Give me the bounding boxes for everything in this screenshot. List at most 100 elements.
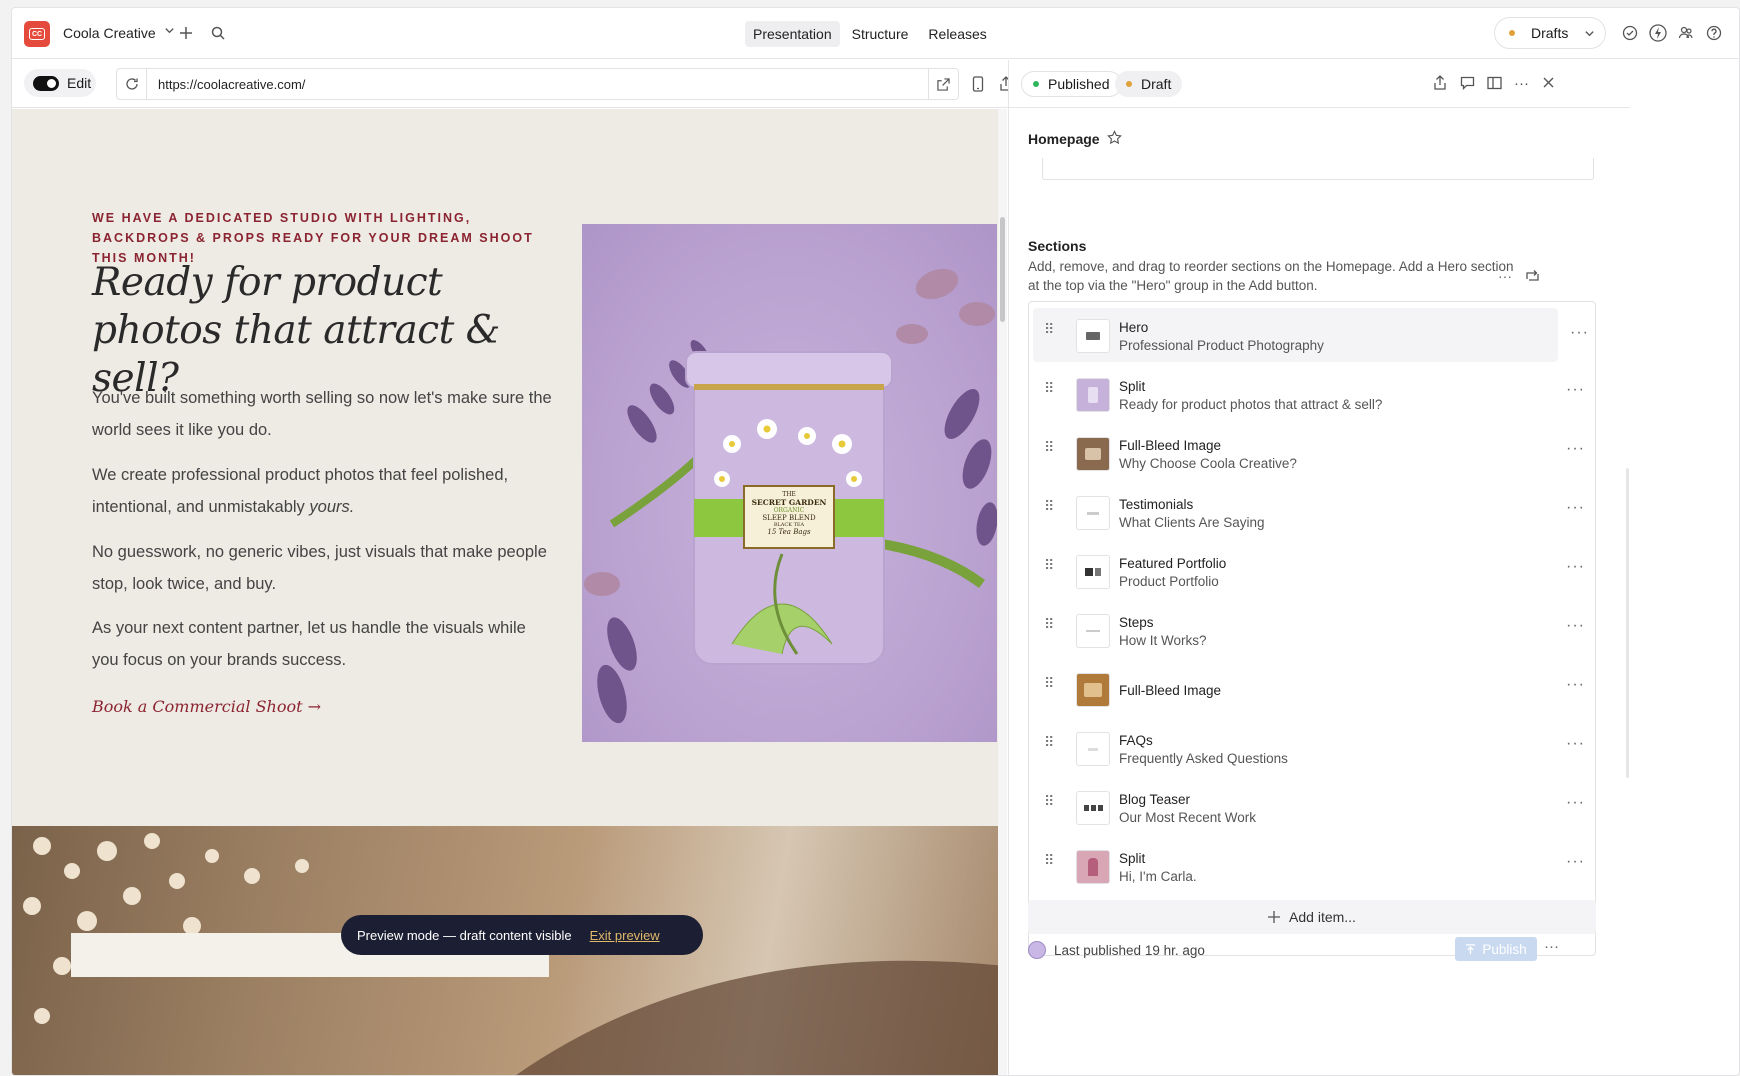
lightning-icon[interactable] <box>1648 23 1668 43</box>
exit-preview-link[interactable]: Exit preview <box>590 928 660 943</box>
more-options-icon[interactable]: ··· <box>1566 381 1585 399</box>
list-item[interactable]: ⠿ Featured Portfolio Product Portfolio ·… <box>1033 544 1591 598</box>
section-thumbnail <box>1076 614 1110 648</box>
more-options-icon[interactable]: ··· <box>1566 794 1585 812</box>
workspace-name[interactable]: Coola Creative <box>63 25 156 41</box>
more-options-icon[interactable]: ··· <box>1570 324 1589 342</box>
preview-scrollbar[interactable] <box>998 109 1007 1075</box>
panel-scrollbar[interactable] <box>1626 468 1629 778</box>
document-title: Homepage <box>1028 131 1100 147</box>
list-item[interactable]: ⠿ Steps How It Works? ··· <box>1033 603 1591 657</box>
more-options-icon[interactable]: ··· <box>1514 75 1529 92</box>
edit-label: Edit <box>67 75 92 91</box>
more-options-icon[interactable]: ··· <box>1544 938 1559 955</box>
more-options-icon[interactable]: ··· <box>1566 558 1585 576</box>
drag-handle-icon[interactable]: ⠿ <box>1044 853 1054 875</box>
list-item[interactable]: ⠿ Blog Teaser Our Most Recent Work ··· <box>1033 780 1591 834</box>
chevron-down-icon[interactable] <box>164 25 175 36</box>
drag-handle-icon[interactable]: ⠿ <box>1044 499 1054 521</box>
more-options-icon[interactable]: ··· <box>1498 268 1512 284</box>
draft-pill[interactable]: Draft <box>1115 71 1183 97</box>
section-thumbnail <box>1076 319 1110 353</box>
drag-handle-icon[interactable]: ⠿ <box>1044 735 1054 757</box>
section-thumbnail <box>1076 378 1110 412</box>
section-thumbnail <box>1076 555 1110 589</box>
refresh-icon[interactable] <box>117 69 147 99</box>
workspace-logo[interactable]: CC <box>24 21 50 47</box>
preview-mode-toast: Preview mode — draft content visible Exi… <box>341 915 703 955</box>
more-options-icon[interactable]: ··· <box>1566 735 1585 753</box>
drag-handle-icon[interactable]: ⠿ <box>1044 558 1054 580</box>
list-item[interactable]: ⠿ FAQs Frequently Asked Questions ··· <box>1033 721 1591 775</box>
split-pane-icon[interactable] <box>1487 76 1502 90</box>
tab-presentation[interactable]: Presentation <box>745 21 840 47</box>
draft-dot <box>1126 81 1132 87</box>
more-options-icon[interactable]: ··· <box>1566 499 1585 517</box>
edit-switch[interactable] <box>33 75 59 91</box>
check-circle-icon[interactable] <box>1620 23 1640 43</box>
drag-handle-icon[interactable]: ⠿ <box>1044 617 1054 639</box>
document-panel: Published Draft ··· Homepage Sections Ad… <box>1008 60 1630 1075</box>
book-shoot-link[interactable]: Book a Commercial Shoot → <box>92 697 321 716</box>
drag-handle-icon[interactable]: ⠿ <box>1044 794 1054 816</box>
more-options-icon[interactable]: ··· <box>1566 676 1585 694</box>
add-item-button[interactable]: Add item... <box>1028 900 1596 934</box>
list-item[interactable]: ⠿ Full-Bleed Image ··· <box>1033 662 1591 716</box>
mobile-device-icon[interactable] <box>968 74 988 94</box>
main-nav: Presentation Structure Releases <box>745 21 995 47</box>
draft-status-dot <box>1509 30 1515 36</box>
studio-app: CC Coola Creative Presentation Structure… <box>11 7 1740 1076</box>
list-item[interactable]: ⠿ Testimonials What Clients Are Saying ·… <box>1033 485 1591 539</box>
close-icon[interactable] <box>1542 76 1555 89</box>
chevron-down-icon <box>1584 28 1595 39</box>
tea-tin-photo: THE SECRET GARDEN ORGANIC SLEEP BLEND BL… <box>582 224 997 742</box>
more-options-icon[interactable]: ··· <box>1566 617 1585 635</box>
section-thumbnail <box>1076 732 1110 766</box>
drag-handle-icon[interactable]: ⠿ <box>1044 381 1054 403</box>
comment-icon[interactable] <box>1460 76 1475 90</box>
section-thumbnail <box>1076 496 1110 530</box>
drag-handle-icon[interactable]: ⠿ <box>1044 322 1054 344</box>
scroll-thumb[interactable] <box>1000 217 1005 322</box>
drafts-selector[interactable]: Drafts <box>1494 17 1606 49</box>
search-icon[interactable] <box>208 23 228 43</box>
help-icon[interactable] <box>1704 23 1724 43</box>
list-item[interactable]: ⠿ Split Hi, I'm Carla. ··· <box>1033 839 1591 893</box>
section-thumbnail <box>1076 791 1110 825</box>
users-icon[interactable] <box>1676 23 1696 43</box>
avatar <box>1028 941 1046 959</box>
section-thumbnail <box>1076 673 1110 707</box>
open-external-icon[interactable] <box>928 69 958 99</box>
tin-label: THE SECRET GARDEN ORGANIC SLEEP BLEND BL… <box>751 491 827 536</box>
more-options-icon[interactable]: ··· <box>1566 853 1585 871</box>
italic-word: yours. <box>309 498 355 516</box>
collapsed-field[interactable] <box>1042 158 1594 180</box>
section-thumbnail <box>1076 437 1110 471</box>
drag-handle-icon[interactable]: ⠿ <box>1044 440 1054 462</box>
sections-description: Add, remove, and drag to reorder section… <box>1028 259 1514 293</box>
list-item[interactable]: ⠿ Hero Professional Product Photography <box>1033 308 1558 362</box>
paragraph: As your next content partner, let us han… <box>92 619 526 669</box>
url-input[interactable]: https://coolacreative.com/ <box>147 77 928 92</box>
drag-handle-icon[interactable]: ⠿ <box>1044 676 1054 698</box>
sections-label: Sections <box>1028 238 1087 254</box>
star-icon[interactable] <box>1107 130 1122 145</box>
top-bar: CC Coola Creative Presentation Structure… <box>12 8 1739 59</box>
tab-releases[interactable]: Releases <box>920 21 994 47</box>
url-bar: https://coolacreative.com/ <box>116 68 959 100</box>
list-item[interactable]: ⠿ Full-Bleed Image Why Choose Coola Crea… <box>1033 426 1591 480</box>
share-icon[interactable] <box>1433 75 1447 91</box>
published-pill[interactable]: Published <box>1021 71 1122 97</box>
plus-icon[interactable] <box>176 23 196 43</box>
toast-text: Preview mode — draft content visible <box>357 927 572 943</box>
paragraph: We create professional product photos th… <box>92 466 509 516</box>
list-item[interactable]: ⠿ Split Ready for product photos that at… <box>1033 367 1591 421</box>
paragraph: No guesswork, no generic vibes, just vis… <box>92 543 547 593</box>
sync-icon[interactable] <box>1525 269 1540 284</box>
more-options-icon[interactable]: ··· <box>1566 440 1585 458</box>
tab-structure[interactable]: Structure <box>844 21 917 47</box>
published-dot <box>1033 81 1039 87</box>
preview-toolbar: Edit https://coolacreative.com/ <box>12 60 1119 108</box>
publish-button[interactable]: Publish <box>1455 937 1537 961</box>
edit-toggle[interactable]: Edit <box>24 69 96 97</box>
